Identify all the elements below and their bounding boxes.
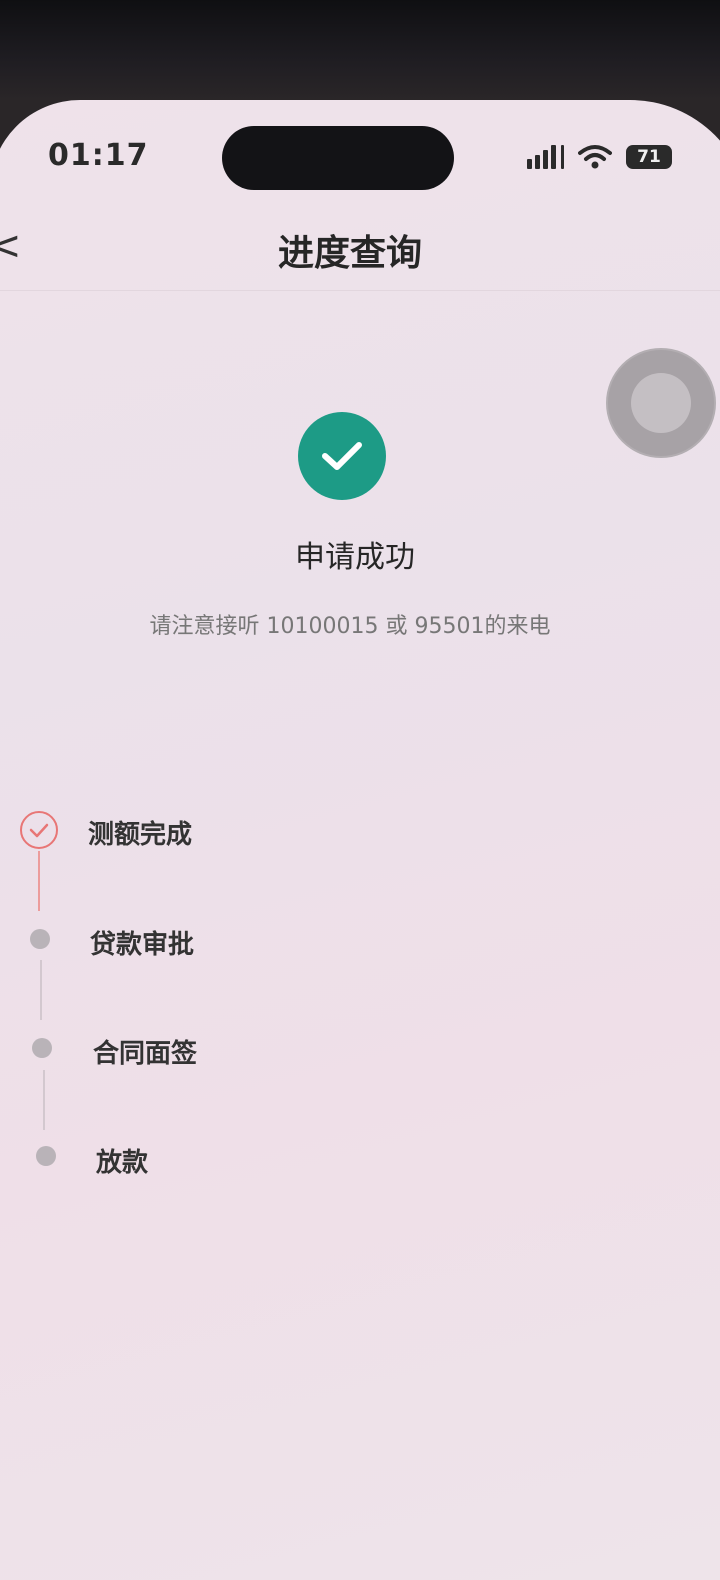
result-note: 请注意接听 10100015 或 95501的来电 [149,614,551,639]
wifi-icon [578,145,612,169]
step-done-icon [20,811,58,849]
step-pending-dot [36,1146,56,1166]
step-label: 测额完成 [88,820,193,850]
status-icons: 71 [527,144,672,170]
step-label: 放款 [96,1148,149,1178]
assistive-touch-button[interactable] [608,350,714,456]
dynamic-island [222,126,454,190]
step-pending-dot [30,929,50,949]
step-label: 贷款审批 [90,930,195,960]
nav-bar: < 进度查询 [0,210,720,291]
result-title: 申请成功 [295,540,415,575]
phone-screen: 01:17 71 < 进度查询 申请成功 请注意接听 10100015 或 95… [0,100,720,1580]
timeline-connector [38,851,40,911]
status-time: 01:17 [48,138,149,173]
timeline-connector [43,1070,45,1130]
cellular-signal-icon [527,145,564,169]
step-label: 合同面签 [93,1039,198,1069]
step-pending-dot [32,1038,52,1058]
battery-level: 71 [637,147,661,167]
timeline-connector [40,960,42,1020]
assistive-touch-inner-icon [631,373,691,433]
battery-icon: 71 [626,145,672,169]
checkmark-circle-icon [298,412,386,500]
check-icon [322,442,362,470]
page-title: 进度查询 [277,233,422,274]
check-icon [29,823,49,837]
